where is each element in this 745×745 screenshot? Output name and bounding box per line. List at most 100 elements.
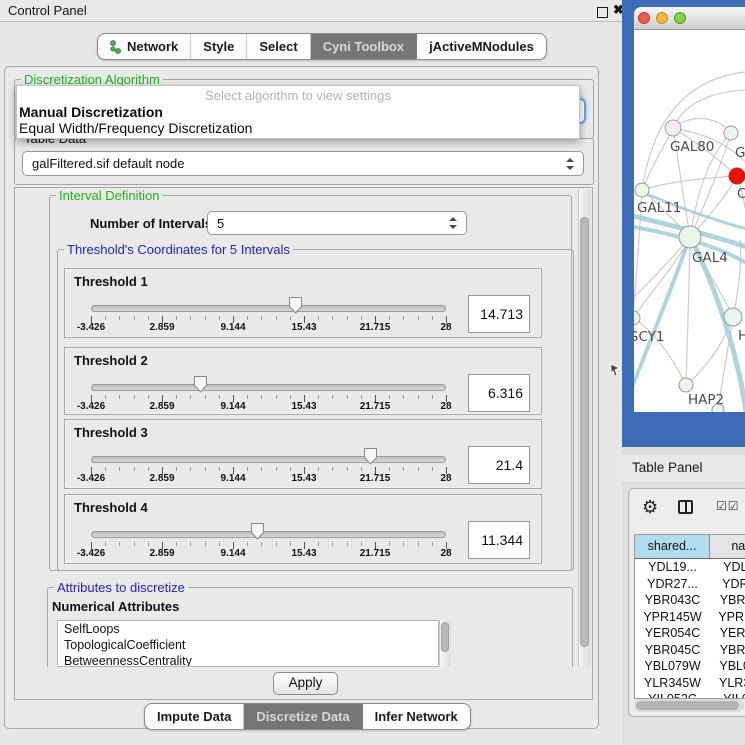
- table-cell[interactable]: YBR043C: [710, 592, 745, 609]
- stepper-icon[interactable]: [449, 217, 457, 229]
- network-node-hap2[interactable]: [679, 378, 693, 392]
- float-window-icon[interactable]: [597, 7, 608, 18]
- tick-mark: [418, 316, 419, 320]
- table-row[interactable]: YBL079WYBL079W: [635, 658, 745, 675]
- table-cell[interactable]: YBR043C: [635, 592, 710, 609]
- network-window-titlebar[interactable]: [634, 7, 745, 30]
- network-window-frame[interactable]: GAL80GCGAL11GAL4GCY1HHAP2: [622, 0, 745, 447]
- column-layout-icon[interactable]: [678, 500, 693, 514]
- scrollbar-thumb[interactable]: [441, 622, 449, 652]
- table-row[interactable]: YDL19...YDL19...: [635, 559, 745, 576]
- network-node-gal11[interactable]: [635, 183, 649, 197]
- table-data-select[interactable]: galFiltered.sif default node: [22, 151, 584, 176]
- threshold-4-slider-track[interactable]: [91, 531, 446, 538]
- table-row[interactable]: YBR045CYBR045C: [635, 642, 745, 659]
- network-node-g[interactable]: [724, 126, 738, 140]
- network-edge[interactable]: [634, 237, 690, 310]
- table-cell[interactable]: YLR345W: [710, 675, 745, 692]
- table-cell[interactable]: YLR345W: [635, 675, 710, 692]
- table-cell[interactable]: YDL19...: [710, 559, 745, 576]
- number-of-intervals-select[interactable]: 5: [207, 211, 467, 235]
- threshold-2-slider-track[interactable]: [91, 384, 446, 391]
- network-node-h[interactable]: [724, 308, 742, 326]
- tab-cyni-toolbox[interactable]: Cyni Toolbox: [310, 34, 416, 59]
- scrollbar-thumb[interactable]: [580, 217, 589, 647]
- network-node[interactable]: [712, 404, 724, 412]
- table-cell[interactable]: YDL19...: [635, 559, 710, 576]
- zoom-button-mac[interactable]: [674, 12, 686, 24]
- network-node-gcy1[interactable]: [634, 311, 640, 325]
- slider-thumb[interactable]: [193, 375, 209, 394]
- tab-impute-data[interactable]: Impute Data: [145, 704, 243, 729]
- table-cell[interactable]: YDR27...: [635, 576, 710, 593]
- network-node-gal80[interactable]: [665, 120, 681, 136]
- table-cell[interactable]: YDR27...: [710, 576, 745, 593]
- settings-gear-icon[interactable]: ⚙: [642, 498, 658, 516]
- table-cell[interactable]: YPR145W: [635, 609, 710, 626]
- numerical-attributes-list[interactable]: SelfLoopsTopologicalCoefficientBetweenne…: [57, 620, 439, 667]
- table-cell[interactable]: YER054C: [635, 625, 710, 642]
- select-columns-icon[interactable]: ☑☑: [716, 499, 740, 513]
- network-edge[interactable]: [686, 237, 690, 385]
- tab-style[interactable]: Style: [190, 34, 246, 59]
- threshold-1-value-input[interactable]: 14.713: [468, 295, 530, 333]
- network-node-c[interactable]: [729, 168, 745, 184]
- network-edge[interactable]: [673, 119, 731, 133]
- table-cell[interactable]: YBL079W: [635, 658, 710, 675]
- network-edge-highlighted[interactable]: [634, 242, 688, 398]
- tab-infer-network[interactable]: Infer Network: [362, 704, 470, 729]
- dropdown-option-manual-discretization[interactable]: Manual Discretization: [19, 104, 163, 120]
- tick-mark: [190, 467, 191, 471]
- tick-mark: [219, 542, 220, 546]
- tab-label: Network: [127, 34, 178, 59]
- network-graph[interactable]: GAL80GCGAL11GAL4GCY1HHAP2: [634, 30, 745, 412]
- table-cell[interactable]: YPR145W: [710, 609, 745, 626]
- tab-discretize-data[interactable]: Discretize Data: [243, 704, 361, 729]
- tick-label: 15.43: [291, 401, 316, 412]
- network-node-gal4[interactable]: [679, 226, 701, 248]
- threshold-1-slider-track[interactable]: [91, 305, 446, 312]
- network-edge[interactable]: [690, 176, 737, 237]
- table-horizontal-scrollbar[interactable]: [634, 699, 744, 712]
- close-button-mac[interactable]: [638, 12, 650, 24]
- table-row[interactable]: YBR043CYBR043C: [635, 592, 745, 609]
- minimize-button-mac[interactable]: [656, 12, 668, 24]
- network-edge[interactable]: [642, 128, 673, 190]
- column-header-name[interactable]: name: [710, 535, 745, 559]
- table-cell[interactable]: YBR045C: [635, 642, 710, 659]
- apply-button[interactable]: Apply: [273, 672, 338, 695]
- column-header-shared[interactable]: shared...: [635, 535, 710, 559]
- table-cell[interactable]: YBR045C: [710, 642, 745, 659]
- attribute-item-betweennesscentrality[interactable]: BetweennessCentrality: [58, 653, 438, 667]
- attribute-item-topologicalcoefficient[interactable]: TopologicalCoefficient: [58, 637, 438, 653]
- scrollbar-thumb[interactable]: [636, 701, 739, 710]
- slider-thumb[interactable]: [288, 296, 304, 315]
- table-cell[interactable]: YBL079W: [710, 658, 745, 675]
- table-cell[interactable]: YIL052C: [635, 691, 710, 699]
- threshold-2-value-input[interactable]: 6.316: [468, 374, 530, 412]
- stepper-icon[interactable]: [566, 158, 574, 170]
- attribute-item-selfloops[interactable]: SelfLoops: [58, 621, 438, 637]
- table-cell[interactable]: YER054C: [710, 625, 745, 642]
- network-edge[interactable]: [733, 240, 741, 317]
- dropdown-option-equal-width-frequency-discretization[interactable]: Equal Width/Frequency Discretization: [19, 120, 252, 136]
- settings-scrollbar[interactable]: [578, 189, 591, 667]
- network-edge[interactable]: [634, 237, 690, 318]
- table-row[interactable]: YIL052CYIL052C: [635, 691, 745, 699]
- slider-thumb[interactable]: [363, 447, 379, 466]
- slider-thumb[interactable]: [250, 522, 266, 541]
- threshold-3-slider-track[interactable]: [91, 456, 446, 463]
- tab-network[interactable]: Network: [98, 34, 190, 59]
- tab-select[interactable]: Select: [246, 34, 309, 59]
- table-row[interactable]: YDR27...YDR27...: [635, 576, 745, 593]
- tab-jactivemnodules[interactable]: jActiveMNodules: [416, 34, 546, 59]
- threshold-3-value-input[interactable]: 21.4: [468, 446, 530, 484]
- table-cell[interactable]: YIL052C: [710, 691, 745, 699]
- threshold-4-value-input[interactable]: 11.344: [468, 521, 530, 559]
- table-row[interactable]: YER054CYER054C: [635, 625, 745, 642]
- table-row[interactable]: YPR145WYPR145W: [635, 609, 745, 626]
- network-edge[interactable]: [642, 176, 737, 190]
- attributes-list-scrollbar[interactable]: [439, 620, 451, 667]
- table-row[interactable]: YLR345WYLR345W: [635, 675, 745, 692]
- network-canvas[interactable]: GAL80GCGAL11GAL4GCY1HHAP2: [634, 30, 745, 412]
